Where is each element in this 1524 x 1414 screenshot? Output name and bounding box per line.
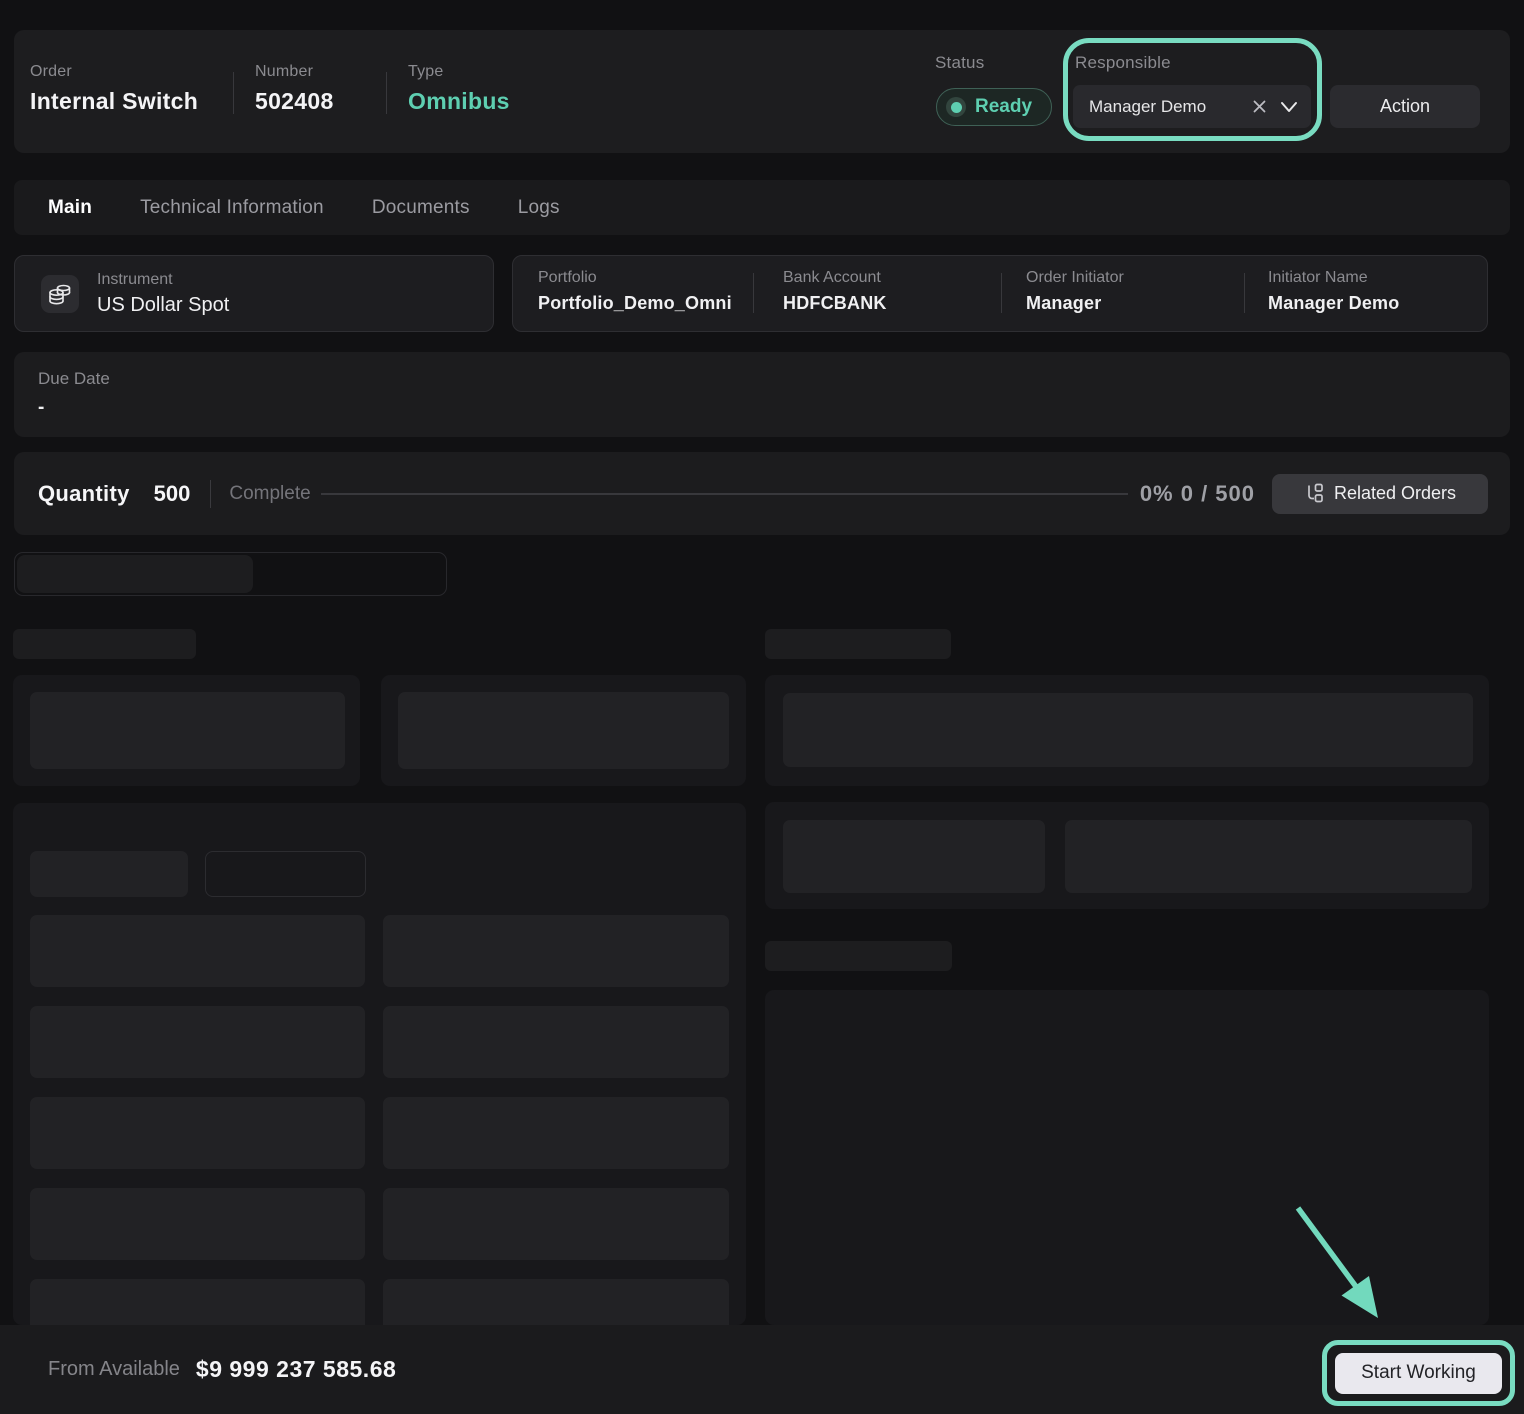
order-initiator-label: Order Initiator (1026, 269, 1124, 287)
skeleton-block (783, 693, 1473, 767)
order-initiator-field: Order Initiator Manager (1026, 269, 1124, 314)
skeleton-block (1065, 820, 1472, 893)
tab-logs[interactable]: Logs (518, 197, 560, 219)
bank-account-field: Bank Account HDFCBANK (783, 269, 887, 314)
chevron-down-icon[interactable] (1280, 101, 1298, 113)
responsible-label: Responsible (1075, 53, 1171, 73)
info-divider (753, 273, 754, 313)
number-value: 502408 (255, 88, 334, 115)
type-label: Type (408, 63, 510, 81)
order-label: Order (30, 63, 198, 81)
status-label: Status (935, 53, 984, 73)
skeleton-label (765, 629, 951, 659)
due-date-value: - (38, 397, 1510, 419)
initiator-name-label: Initiator Name (1268, 269, 1399, 287)
start-working-label: Start Working (1361, 1362, 1476, 1384)
available-amount: $9 999 237 585.68 (196, 1356, 396, 1383)
skeleton-block (30, 1006, 365, 1078)
skeleton-block (383, 1279, 729, 1325)
type-value: Omnibus (408, 88, 510, 115)
skeleton-block (30, 1279, 365, 1325)
action-button-label: Action (1380, 96, 1430, 117)
due-date-label: Due Date (38, 369, 1510, 389)
skeleton-block (30, 692, 345, 769)
tab-main[interactable]: Main (48, 197, 92, 219)
close-icon[interactable] (1252, 99, 1267, 114)
info-divider (1001, 273, 1002, 313)
tabs-bar: Main Technical Information Documents Log… (14, 180, 1510, 235)
start-working-button[interactable]: Start Working (1335, 1353, 1502, 1394)
number-field: Number 502408 (255, 63, 334, 115)
number-label: Number (255, 63, 334, 81)
status-value: Ready (975, 96, 1032, 118)
related-orders-label: Related Orders (1334, 483, 1456, 504)
instrument-value: US Dollar Spot (97, 294, 229, 317)
from-available-label: From Available (48, 1358, 180, 1381)
initiator-name-field: Initiator Name Manager Demo (1268, 269, 1399, 314)
annotation-ring-start-working: Start Working (1322, 1340, 1515, 1406)
order-info-card: Portfolio Portfolio_Demo_Omni Bank Accou… (512, 255, 1488, 332)
order-value: Internal Switch (30, 88, 198, 115)
order-initiator-value: Manager (1026, 293, 1124, 314)
skeleton-block (383, 1006, 729, 1078)
quantity-label: Quantity (38, 481, 130, 507)
initiator-name-value: Manager Demo (1268, 293, 1399, 314)
portfolio-value: Portfolio_Demo_Omni (538, 293, 732, 314)
skeleton-block (383, 1188, 729, 1260)
quantity-value: 500 (154, 481, 191, 507)
skeleton-block (30, 851, 188, 897)
complete-label: Complete (229, 483, 310, 505)
header-divider (386, 72, 387, 114)
action-button[interactable]: Action (1330, 85, 1480, 128)
coins-icon (41, 275, 79, 313)
skeleton-block (30, 915, 365, 987)
tab-documents[interactable]: Documents (372, 197, 470, 219)
skeleton-block (383, 1097, 729, 1169)
skeleton-label (13, 629, 196, 659)
arrow-icon (1285, 1198, 1395, 1328)
skeleton-label (765, 941, 952, 971)
related-orders-button[interactable]: Related Orders (1272, 474, 1488, 514)
bank-account-label: Bank Account (783, 269, 887, 287)
responsible-select[interactable]: Manager Demo (1073, 85, 1311, 128)
responsible-value: Manager Demo (1089, 97, 1242, 117)
quantity-divider (210, 480, 211, 508)
branch-icon (1304, 483, 1324, 504)
portfolio-label: Portfolio (538, 269, 732, 287)
status-dot-icon (946, 97, 966, 117)
skeleton-block (783, 820, 1045, 893)
due-date-card: Due Date - (14, 352, 1510, 437)
skeleton-block (30, 1188, 365, 1260)
status-badge: Ready (936, 88, 1052, 126)
footer-bar: From Available $9 999 237 585.68 (0, 1325, 1524, 1414)
type-field: Type Omnibus (408, 63, 510, 115)
progress-text: 0% 0 / 500 (1140, 481, 1255, 507)
order-field: Order Internal Switch (30, 63, 198, 115)
portfolio-field: Portfolio Portfolio_Demo_Omni (538, 269, 732, 314)
skeleton-outline-block (205, 851, 366, 897)
quantity-card: Quantity 500 Complete 0% 0 / 500 Related… (14, 452, 1510, 535)
skeleton-block (398, 692, 729, 769)
skeleton-block (30, 1097, 365, 1169)
header-divider (233, 72, 234, 114)
tab-technical-information[interactable]: Technical Information (140, 197, 324, 219)
instrument-label: Instrument (97, 271, 229, 289)
bank-account-value: HDFCBANK (783, 293, 887, 314)
instrument-card: Instrument US Dollar Spot (14, 255, 494, 332)
skeleton-segment-selected (17, 555, 253, 593)
skeleton-block (383, 915, 729, 987)
info-divider (1244, 273, 1245, 313)
progress-bar (321, 493, 1128, 495)
